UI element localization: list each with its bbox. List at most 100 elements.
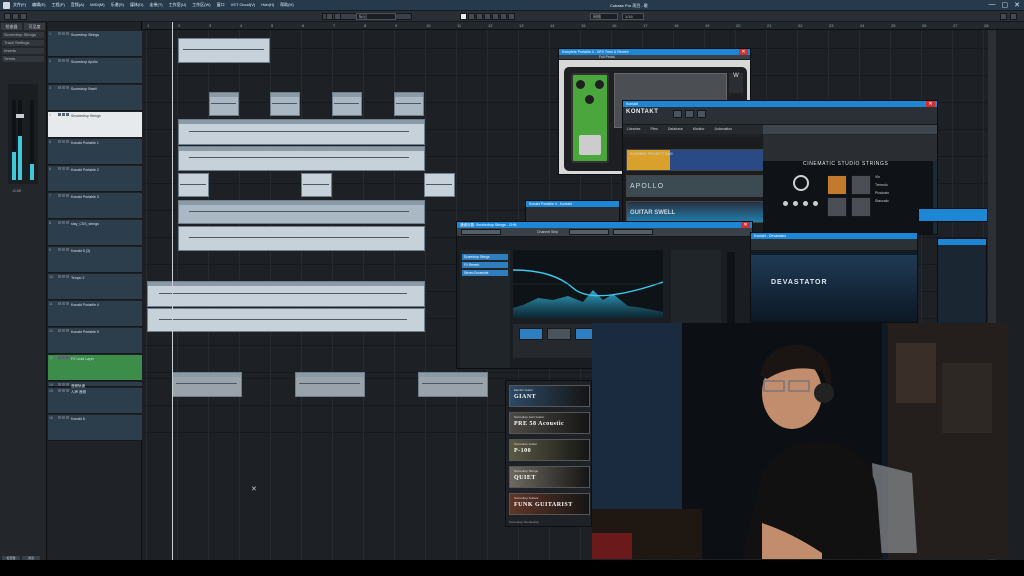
track-row[interactable]: 10 Tempo 2: [48, 274, 142, 300]
track-name[interactable]: Scoredrop Strings: [71, 33, 139, 37]
track-row[interactable]: 8 stay_CSS_strings: [48, 220, 142, 246]
track-buttons[interactable]: [58, 140, 69, 143]
track-name[interactable]: stay_CSS_strings: [71, 222, 139, 226]
menu-item[interactable]: 文件(F): [13, 2, 26, 8]
track-name[interactable]: 人声 音频: [71, 390, 139, 395]
track-buttons[interactable]: [58, 248, 69, 251]
track-buttons[interactable]: [58, 32, 69, 35]
articulation-button[interactable]: [827, 175, 847, 195]
articulation-button[interactable]: [851, 197, 871, 217]
track-row[interactable]: 16 Konakt 6: [48, 415, 142, 441]
toolbar-tool-glue[interactable]: [484, 13, 491, 20]
menu-item[interactable]: 窗口: [217, 2, 225, 8]
cubase-app-icon[interactable]: [3, 1, 10, 9]
kontakt-browser-tab[interactable]: Database: [668, 125, 683, 134]
preset-card[interactable]: Scoredrop Jazz Guitar PRE 58 Acoustic: [509, 412, 590, 434]
kontakt-browser-tab[interactable]: Monitor: [693, 125, 705, 134]
menu-item[interactable]: 编辑(E): [32, 2, 45, 8]
routing-button[interactable]: [461, 229, 501, 235]
midi-clip[interactable]: [209, 92, 239, 116]
eq-display[interactable]: [512, 250, 664, 318]
library-slot[interactable]: SCARBEE PROJECT SAM: [626, 149, 772, 171]
toolbar-tool-zoom[interactable]: [500, 13, 507, 20]
track-row[interactable]: 7 Konakt Portable 3: [48, 193, 142, 219]
audio-clip[interactable]: [295, 372, 365, 397]
midi-clip[interactable]: [178, 200, 425, 224]
insert-slot[interactable]: Scoredrop Strings: [462, 254, 508, 260]
toolbar-tool-select[interactable]: [460, 13, 467, 20]
track-name[interactable]: Konakt Portable 5: [71, 330, 139, 334]
minimize-icon[interactable]: —: [989, 1, 996, 9]
inspector-inserts[interactable]: Inserts: [2, 48, 44, 54]
background-plugin-window[interactable]: [918, 208, 988, 222]
kontakt-files-button[interactable]: [673, 110, 682, 118]
midi-clip[interactable]: [424, 173, 455, 197]
insert-slot[interactable]: Stereo Ensemble: [462, 270, 508, 276]
toolbar-button-forward[interactable]: [334, 13, 341, 20]
menu-item[interactable]: 工作室(U): [169, 2, 187, 8]
midi-clip[interactable]: [178, 38, 270, 63]
kontakt-window[interactable]: Kontakt ✕ KONTAKT Libraries Files Database M…: [622, 100, 938, 235]
devastator-window[interactable]: Kontakt - Devastator DEVASTATOR: [750, 232, 918, 323]
midi-clip[interactable]: [178, 146, 425, 171]
track-buttons[interactable]: [58, 221, 69, 224]
track-row[interactable]: 15 人声 音频: [48, 388, 142, 414]
insert-slot[interactable]: FX Reverb: [462, 262, 508, 268]
articulation-label[interactable]: Vln: [875, 173, 889, 181]
toolbar-button-left-zone[interactable]: [12, 13, 19, 20]
quantize-select[interactable]: 1/16: [622, 13, 644, 20]
track-row[interactable]: 11 Konakt Portable 4: [48, 301, 142, 327]
track-name[interactable]: FX Lead Layer: [71, 357, 139, 361]
menu-item[interactable]: 走带(T): [150, 2, 163, 8]
toolbar-button-inspector[interactable]: [4, 13, 11, 20]
project-cursor[interactable]: [172, 22, 173, 560]
volume-fader-handle[interactable]: [16, 114, 24, 118]
toolbar-button-layout[interactable]: [1010, 13, 1017, 20]
toolbar-tool-split[interactable]: [476, 13, 483, 20]
track-row[interactable]: 12 Konakt Portable 5: [48, 328, 142, 354]
kontakt-portable-window[interactable]: Konakt Portable 4 - Kontakt: [525, 200, 620, 222]
marker-select[interactable]: 标记: [356, 13, 396, 20]
menu-item[interactable]: 帮助(H): [280, 2, 294, 8]
track-buttons[interactable]: [58, 356, 69, 359]
track-buttons[interactable]: [58, 329, 69, 332]
grid-type-select[interactable]: 网格: [590, 13, 618, 20]
menu-item[interactable]: Hub(H): [261, 2, 274, 8]
track-row[interactable]: 9 Konakt 5 (3): [48, 247, 142, 273]
tab-inspector[interactable]: 检查器: [1, 23, 22, 30]
kontakt-browser-tab[interactable]: Libraries: [627, 125, 640, 134]
track-name[interactable]: Konakt Portable 4: [71, 303, 139, 307]
track-name[interactable]: Konakt Portable 3: [71, 195, 139, 199]
menu-item[interactable]: 媒体(D): [130, 2, 144, 8]
track-name[interactable]: Tempo 2: [71, 276, 139, 280]
articulation-button[interactable]: [827, 197, 847, 217]
eq-band-1[interactable]: [519, 328, 543, 340]
midi-clip[interactable]: [178, 226, 425, 251]
menu-item[interactable]: 工程(P): [51, 2, 64, 8]
kontakt-view-button[interactable]: [685, 110, 694, 118]
overdrive-pedal[interactable]: [571, 73, 609, 163]
inspector-track-name[interactable]: Scoredrop Strings: [2, 32, 44, 38]
preset-card[interactable]: Scoredrop Guitars FUNK GUITARIST: [509, 493, 590, 515]
track-row[interactable]: 13 FX Lead Layer: [48, 355, 142, 381]
routing-button[interactable]: [613, 229, 653, 235]
track-buttons[interactable]: [58, 275, 69, 278]
midi-clip[interactable]: [178, 119, 425, 145]
articulation-label[interactable]: Staccato: [875, 197, 889, 205]
track-buttons[interactable]: [58, 59, 69, 62]
menu-item[interactable]: MIDI(M): [90, 2, 104, 8]
audio-clip[interactable]: [418, 372, 488, 397]
tab-visibility[interactable]: 可见度: [24, 23, 45, 30]
kontakt-browser-tab[interactable]: Automation: [714, 125, 732, 134]
mini-knob[interactable]: [803, 201, 808, 206]
menu-item[interactable]: 工作区(W): [192, 2, 210, 8]
mini-knob[interactable]: [793, 201, 798, 206]
track-buttons[interactable]: [58, 302, 69, 305]
close-icon[interactable]: ✕: [1014, 1, 1020, 9]
track-name[interactable]: Konakt 6: [71, 417, 139, 421]
track-name[interactable]: Konakt Portable 1: [71, 141, 139, 145]
menu-item[interactable]: VST Cloud(V): [231, 2, 256, 8]
track-buttons[interactable]: [58, 383, 69, 386]
midi-clip[interactable]: [147, 308, 425, 332]
audio-clip[interactable]: [172, 372, 242, 397]
